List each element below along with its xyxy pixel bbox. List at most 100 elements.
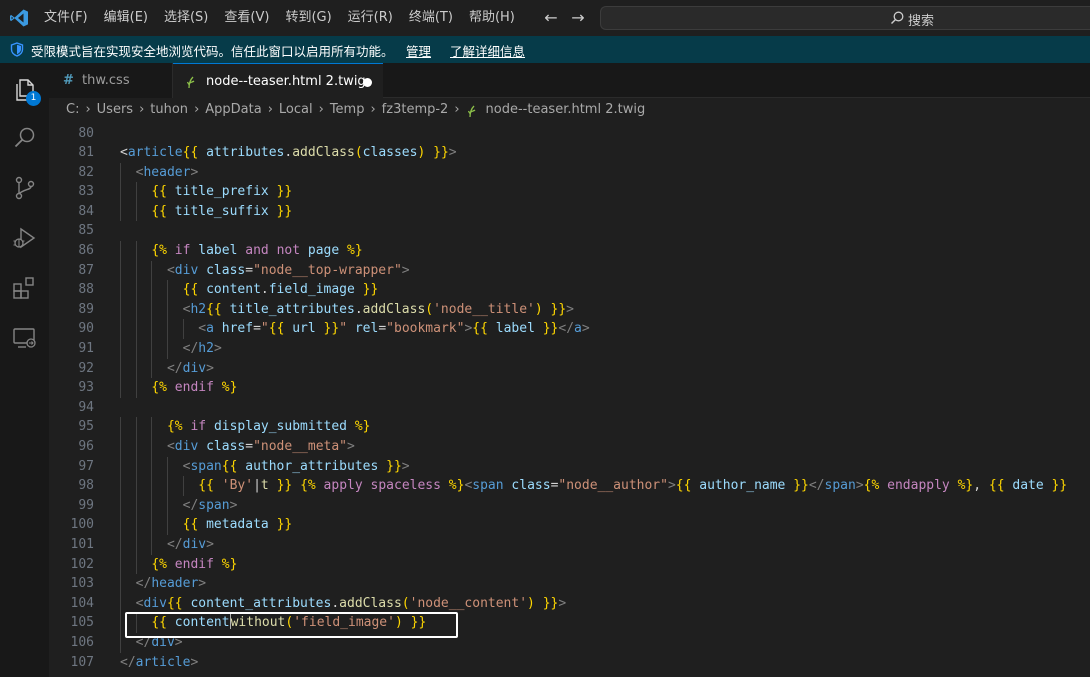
code-token: 'By'	[221, 478, 254, 494]
code-token: div	[143, 595, 167, 611]
chevron-right-icon: ›	[85, 102, 91, 117]
remote-explorer-activity[interactable]	[0, 313, 49, 361]
banner-learn-more-link[interactable]: 了解详细信息	[450, 41, 525, 60]
code-token: %}	[354, 419, 371, 435]
breadcrumb-item[interactable]: fz3temp-2	[382, 102, 449, 117]
banner-manage-link[interactable]: 管理	[406, 41, 431, 60]
code-token: }}	[433, 145, 449, 161]
banner-message: 受限模式旨在实现安全地浏览代码。信任此窗口以启用所有功能。	[31, 44, 394, 59]
indent-guide	[151, 299, 153, 320]
vscode-logo-icon	[10, 9, 28, 27]
tab-thw-css[interactable]: # thw.css	[49, 63, 173, 98]
line-number: 80	[78, 125, 94, 141]
code-token: >	[347, 439, 355, 454]
code-token: apply	[323, 478, 363, 494]
arrow-left-icon[interactable]: ←	[542, 8, 560, 28]
breadcrumb-item[interactable]: AppData	[205, 102, 261, 117]
code-token: {{	[268, 321, 285, 337]
line-number: 91	[78, 341, 94, 357]
breadcrumb-item[interactable]: Local	[279, 102, 313, 117]
code-token: %}	[957, 478, 974, 494]
code-token: classes	[362, 145, 418, 161]
menu-edit[interactable]: 编辑(E)	[96, 0, 156, 36]
code-token: >	[190, 164, 199, 180]
code-token: endapply	[887, 478, 950, 494]
source-control-activity[interactable]	[0, 163, 49, 211]
code-token: field_image	[268, 282, 355, 298]
code-token: >	[198, 576, 207, 592]
arrow-right-icon[interactable]: →	[569, 8, 587, 28]
menu-view[interactable]: 查看(V)	[216, 0, 277, 36]
code-token: >	[206, 360, 214, 376]
code-token: }}	[362, 282, 379, 298]
code-token: >	[558, 595, 567, 611]
code-token: spaceless	[370, 478, 441, 494]
code-token: class	[511, 478, 551, 494]
breadcrumb-item[interactable]: node--teaser.html 2.twig	[486, 102, 646, 117]
remote-explorer-icon	[13, 328, 36, 348]
code-text: {{ title_suffix }}	[151, 202, 292, 222]
code-token: label	[198, 243, 238, 259]
menu-selection[interactable]: 选择(S)	[156, 0, 216, 36]
code-token: </	[120, 654, 136, 670]
breadcrumb-item[interactable]: C:	[66, 102, 79, 117]
title-bar: 文件(F) 编辑(E) 选择(S) 查看(V) 转到(G) 运行(R) 终端(T…	[0, 0, 1090, 36]
tab-node-teaser-twig[interactable]: node--teaser.html 2.twig	[173, 63, 383, 99]
code-text: {{ title_prefix }}	[151, 182, 292, 202]
indent-guide	[120, 280, 121, 300]
extensions-activity[interactable]	[0, 263, 49, 311]
line-number: 96	[78, 439, 94, 454]
indent-guide	[151, 319, 153, 340]
code-token: {{	[182, 517, 199, 533]
code-editor[interactable]: 80 81 <article{{ attributes.addClass(class…	[49, 122, 1090, 677]
css-hash-icon: #	[63, 73, 74, 88]
indent-guide	[120, 182, 121, 202]
indent-guide	[151, 437, 153, 457]
breadcrumb-item[interactable]: Temp	[330, 102, 365, 117]
source-control-icon	[15, 176, 35, 200]
run-debug-activity[interactable]	[0, 213, 49, 261]
breadcrumb-item[interactable]: tuhon	[150, 102, 188, 117]
code-token: (	[425, 301, 434, 317]
menu-help[interactable]: 帮助(H)	[461, 0, 523, 36]
menu-run[interactable]: 运行(R)	[340, 0, 401, 36]
code-token: title_attributes	[229, 301, 355, 317]
command-center-search[interactable]: 搜索	[600, 6, 1090, 30]
code-token: }}	[1051, 478, 1068, 494]
code-token: <	[120, 145, 128, 161]
indent-guide	[182, 476, 184, 496]
code-token: addClass	[362, 301, 426, 317]
code-token: </	[166, 536, 183, 552]
line-number: 94	[78, 399, 94, 415]
line-number: 87	[78, 262, 94, 278]
code-token: %}	[221, 556, 238, 572]
indent-guide	[135, 534, 137, 555]
twig-icon	[187, 76, 195, 88]
code-token: "node__meta"	[253, 439, 347, 454]
code-token: >	[566, 301, 574, 317]
line-number: 98	[78, 478, 94, 494]
menu-file[interactable]: 文件(F)	[36, 0, 96, 36]
editor-tab-bar: # thw.css node--teaser.html 2.twig	[49, 63, 1090, 99]
unsaved-dot-icon[interactable]	[363, 78, 372, 87]
indent-guide	[120, 260, 121, 281]
code-token: }}	[276, 203, 293, 219]
menu-go[interactable]: 转到(G)	[277, 0, 339, 36]
code-token: "	[260, 321, 269, 337]
search-activity[interactable]	[0, 113, 49, 161]
breadcrumb-item[interactable]: Users	[97, 102, 133, 117]
code-token: >	[401, 458, 410, 474]
code-token: >	[190, 654, 199, 670]
code-token: </	[166, 360, 183, 376]
explorer-activity[interactable]: 1	[0, 65, 49, 113]
line-number: 107	[70, 654, 94, 670]
menu-terminal[interactable]: 终端(T)	[401, 0, 461, 36]
code-text: {% if display_submitted %}	[167, 417, 371, 437]
code-token: {%	[151, 380, 167, 396]
